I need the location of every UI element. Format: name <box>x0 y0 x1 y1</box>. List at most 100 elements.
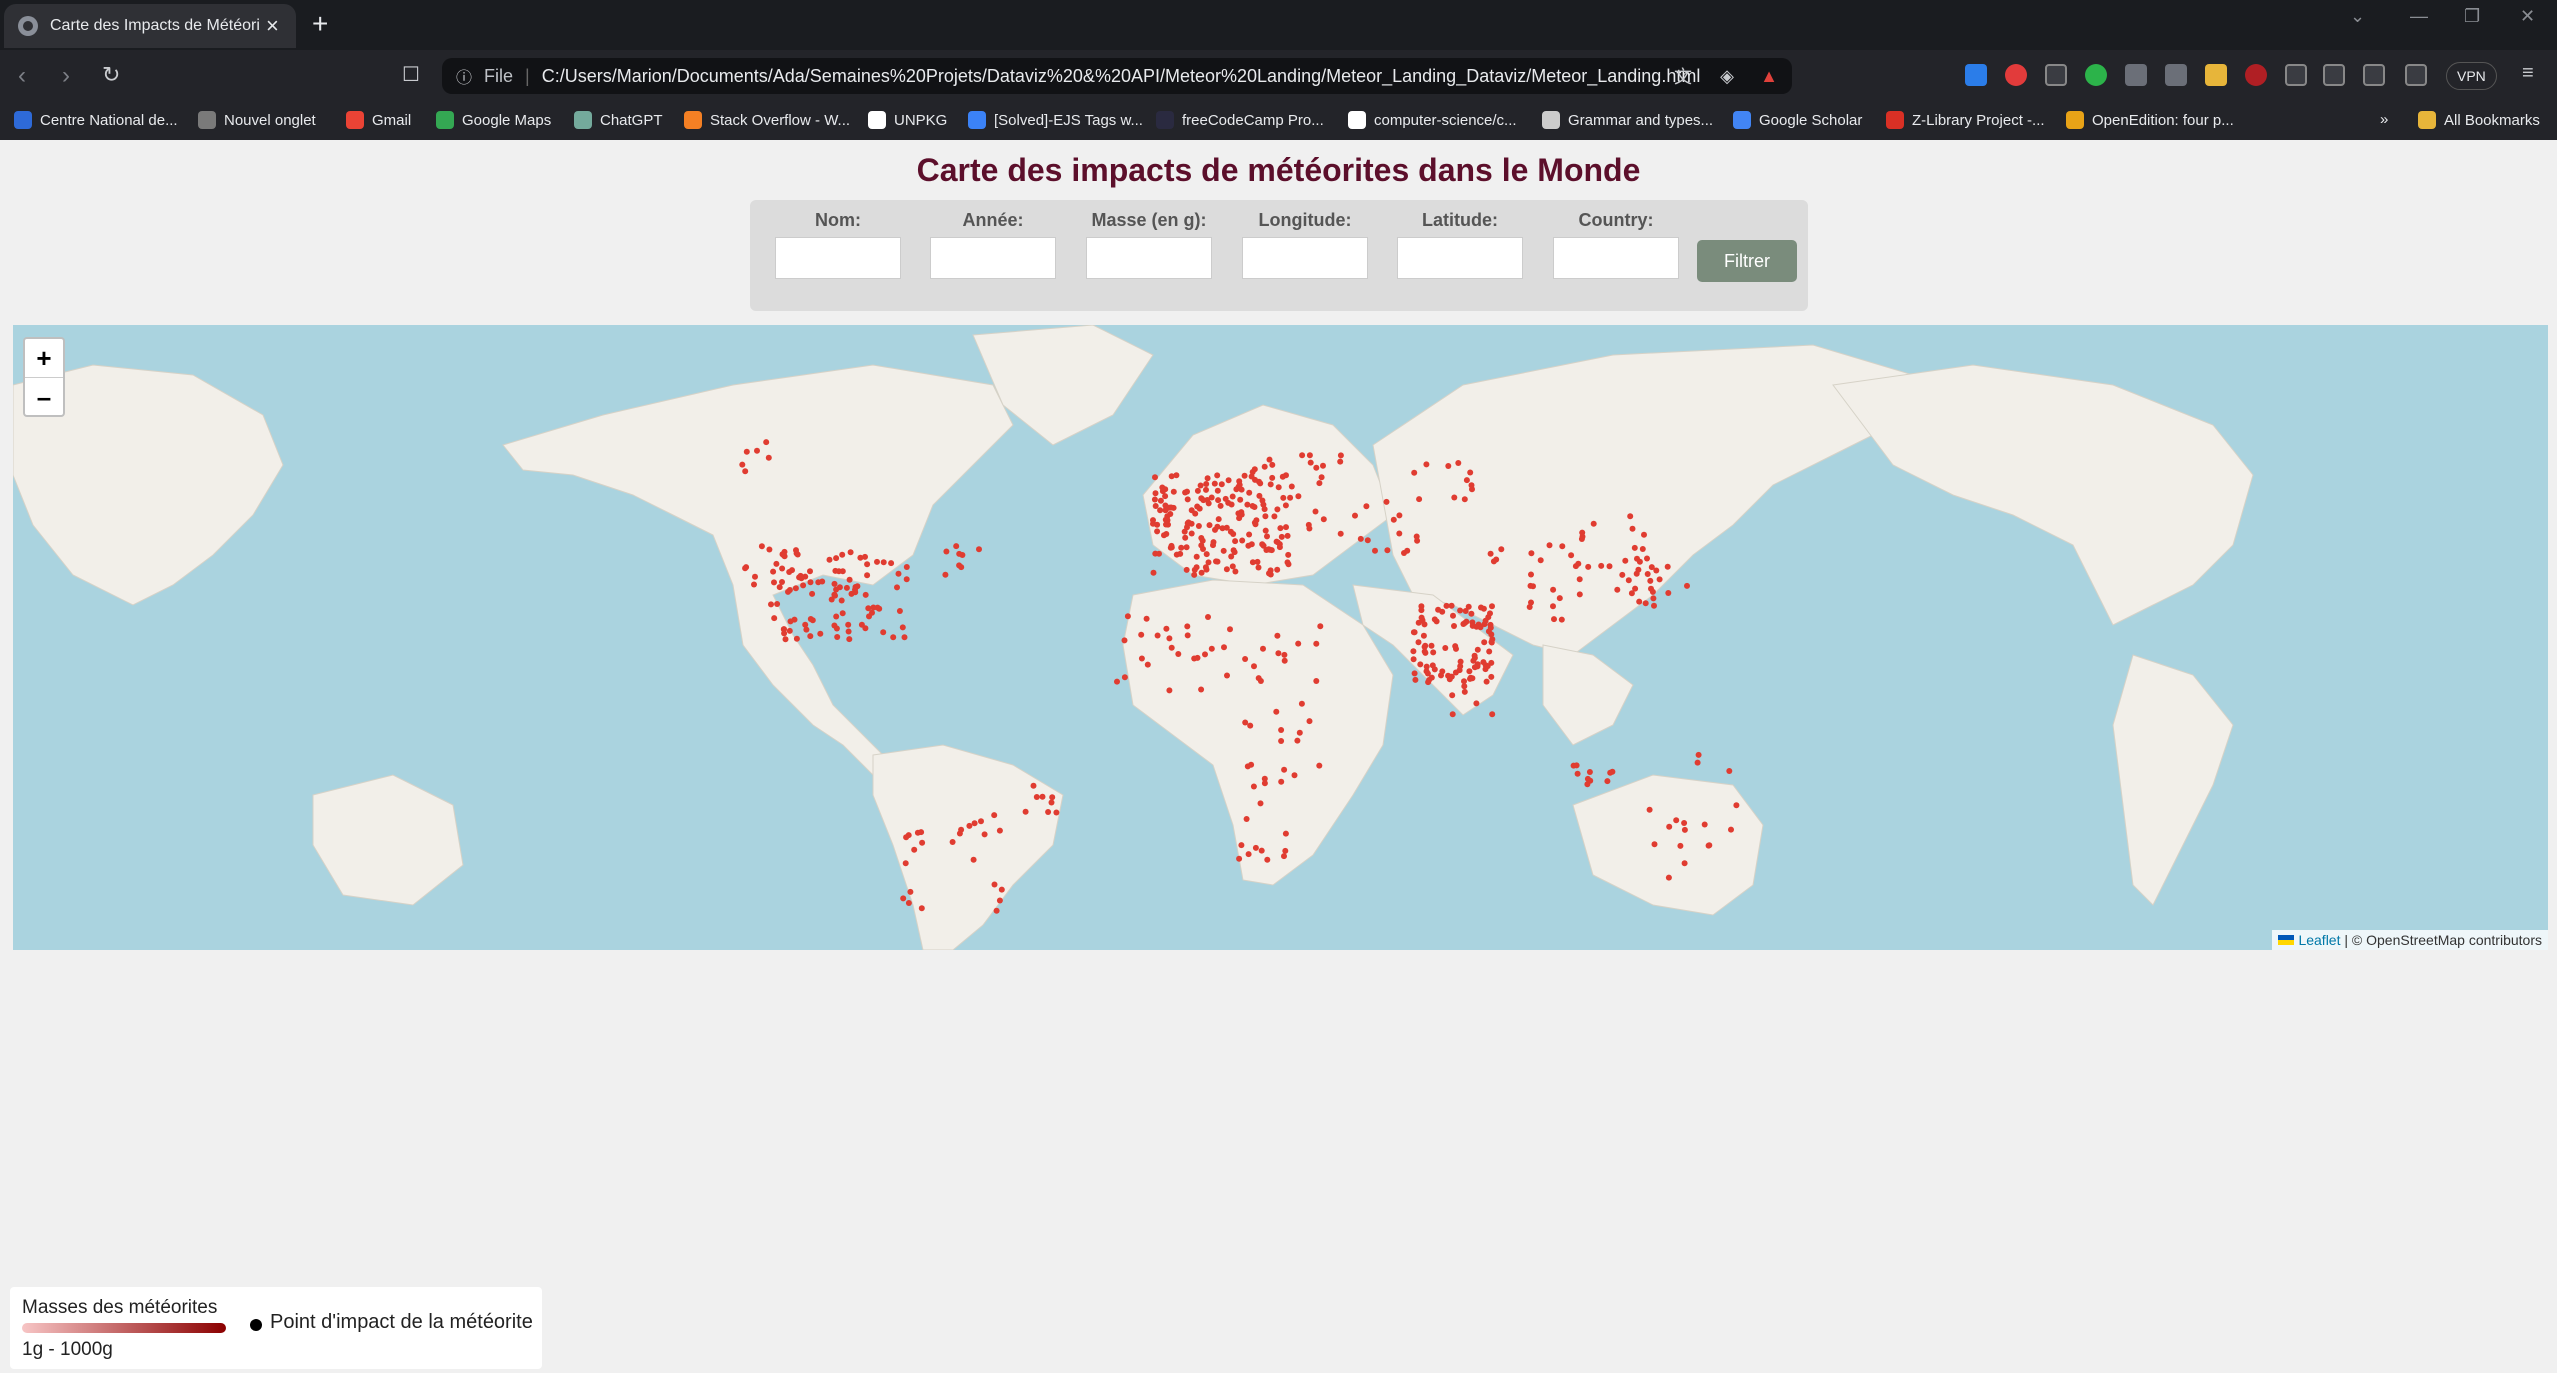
impact-marker[interactable] <box>1411 670 1418 677</box>
impact-marker[interactable] <box>1246 531 1253 538</box>
impact-marker[interactable] <box>1694 759 1701 766</box>
impact-marker[interactable] <box>1255 564 1262 571</box>
impact-marker[interactable] <box>843 584 850 591</box>
impact-marker[interactable] <box>1469 675 1476 682</box>
impact-marker[interactable] <box>768 601 774 608</box>
impact-marker[interactable] <box>1157 507 1164 514</box>
impact-marker[interactable] <box>1278 778 1285 785</box>
impact-marker[interactable] <box>1430 649 1437 656</box>
impact-marker[interactable] <box>1114 678 1120 685</box>
reload-icon[interactable]: ↻ <box>102 62 120 88</box>
menu-icon[interactable]: ≡ <box>2522 62 2534 85</box>
impact-marker[interactable] <box>1152 490 1159 497</box>
new-tab-icon[interactable]: + <box>312 8 328 40</box>
impact-marker[interactable] <box>1666 823 1673 830</box>
impact-marker[interactable] <box>949 839 956 845</box>
impact-marker[interactable] <box>1639 546 1646 552</box>
impact-marker[interactable] <box>1665 590 1672 596</box>
impact-marker[interactable] <box>1528 599 1534 606</box>
impact-marker[interactable] <box>1528 571 1534 578</box>
impact-marker[interactable] <box>1619 571 1626 578</box>
impact-marker[interactable] <box>870 604 877 611</box>
impact-marker[interactable] <box>905 900 912 906</box>
impact-marker[interactable] <box>1449 692 1456 699</box>
impact-marker[interactable] <box>1262 513 1269 520</box>
impact-marker[interactable] <box>966 822 973 829</box>
impact-marker[interactable] <box>1276 544 1283 551</box>
impact-marker[interactable] <box>1214 487 1221 494</box>
impact-marker[interactable] <box>869 609 875 616</box>
restore-icon[interactable]: ❐ <box>2464 6 2480 27</box>
impact-marker[interactable] <box>1260 501 1267 508</box>
impact-marker[interactable] <box>1228 553 1235 560</box>
impact-marker[interactable] <box>1208 645 1215 652</box>
impact-marker[interactable] <box>1574 770 1581 777</box>
impact-marker[interactable] <box>765 454 772 461</box>
impact-marker[interactable] <box>763 439 770 446</box>
impact-marker[interactable] <box>864 572 871 579</box>
bookmark-item[interactable]: Grammar and types... <box>1542 111 1713 129</box>
impact-marker[interactable] <box>919 839 926 846</box>
impact-marker[interactable] <box>1606 563 1613 570</box>
impact-marker[interactable] <box>1264 856 1271 863</box>
impact-marker[interactable] <box>1410 656 1417 663</box>
impact-marker[interactable] <box>1287 494 1294 501</box>
impact-marker[interactable] <box>1278 738 1285 744</box>
impact-marker[interactable] <box>958 826 965 833</box>
impact-marker[interactable] <box>1477 624 1484 631</box>
impact-marker[interactable] <box>1150 517 1156 524</box>
impact-marker[interactable] <box>1528 550 1535 557</box>
impact-marker[interactable] <box>1266 456 1273 463</box>
impact-marker[interactable] <box>852 589 859 596</box>
impact-marker[interactable] <box>1431 666 1438 673</box>
impact-marker[interactable] <box>1417 661 1424 668</box>
impact-marker[interactable] <box>1320 516 1327 523</box>
impact-marker[interactable] <box>833 613 840 620</box>
impact-marker[interactable] <box>1443 602 1450 609</box>
impact-marker[interactable] <box>1642 600 1649 607</box>
impact-marker[interactable] <box>1316 480 1323 487</box>
impact-marker[interactable] <box>1249 559 1256 566</box>
impact-marker[interactable] <box>1317 623 1324 630</box>
impact-marker[interactable] <box>802 621 809 628</box>
impact-marker[interactable] <box>1421 643 1428 650</box>
impact-marker[interactable] <box>1590 520 1597 527</box>
impact-marker[interactable] <box>1284 532 1291 539</box>
impact-marker[interactable] <box>1537 557 1544 564</box>
impact-marker[interactable] <box>1275 484 1282 491</box>
impact-marker[interactable] <box>1022 808 1029 815</box>
minimize-icon[interactable]: — <box>2410 6 2428 27</box>
bookmark-item[interactable]: UNPKG <box>868 111 947 129</box>
impact-marker[interactable] <box>1273 538 1280 545</box>
impact-marker[interactable] <box>1463 477 1470 484</box>
impact-marker[interactable] <box>1194 503 1201 510</box>
impact-marker[interactable] <box>1442 645 1449 651</box>
impact-marker[interactable] <box>1448 602 1455 609</box>
impact-marker[interactable] <box>1280 494 1287 501</box>
impact-marker[interactable] <box>1426 677 1433 683</box>
impact-marker[interactable] <box>1184 632 1191 639</box>
impact-marker[interactable] <box>1159 484 1166 491</box>
impact-marker[interactable] <box>833 555 840 562</box>
impact-marker[interactable] <box>1677 842 1684 849</box>
impact-marker[interactable] <box>1278 727 1285 733</box>
vpn-button[interactable]: VPN <box>2446 62 2497 90</box>
impact-marker[interactable] <box>1664 563 1671 570</box>
impact-marker[interactable] <box>1587 777 1594 784</box>
impact-marker[interactable] <box>1337 458 1344 465</box>
impact-marker[interactable] <box>1221 644 1227 651</box>
impact-marker[interactable] <box>1483 678 1490 685</box>
impact-marker[interactable] <box>864 561 871 568</box>
impact-marker[interactable] <box>847 549 854 556</box>
impact-marker[interactable] <box>1194 487 1201 494</box>
impact-marker[interactable] <box>896 608 903 614</box>
bookmark-item[interactable]: ChatGPT <box>574 111 663 129</box>
impact-marker[interactable] <box>1205 559 1212 566</box>
impact-marker[interactable] <box>1296 729 1303 736</box>
impact-marker[interactable] <box>1236 855 1243 862</box>
impact-marker[interactable] <box>1277 525 1284 532</box>
impact-marker[interactable] <box>1184 520 1191 527</box>
impact-marker[interactable] <box>895 570 902 577</box>
impact-marker[interactable] <box>1230 531 1237 537</box>
zoom-out-button[interactable]: – <box>25 378 63 416</box>
